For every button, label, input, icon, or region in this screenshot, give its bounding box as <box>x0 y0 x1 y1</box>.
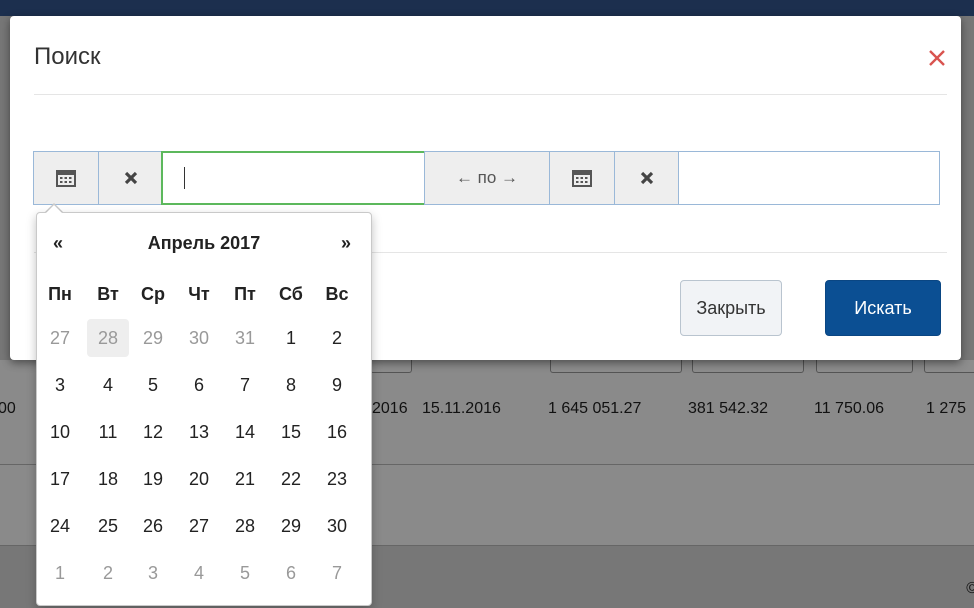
calendar-day[interactable]: 2 <box>87 554 129 592</box>
calendar-day[interactable]: 25 <box>87 507 129 545</box>
calendar-day[interactable]: 3 <box>39 366 81 404</box>
calendar-day[interactable]: 1 <box>39 554 81 592</box>
background-cell <box>816 360 913 373</box>
prev-month-button[interactable]: « <box>53 233 63 254</box>
calendar-day[interactable]: 14 <box>224 413 266 451</box>
weekday-header: Чт <box>188 284 210 304</box>
calendar-day[interactable]: 4 <box>178 554 220 592</box>
clear-to-button[interactable] <box>614 151 680 205</box>
range-separator: ← по → <box>424 151 550 205</box>
calendar-from-button[interactable] <box>33 151 99 205</box>
calendar-day[interactable]: 1 <box>270 319 312 357</box>
calendar-day[interactable]: 22 <box>270 460 312 498</box>
close-button[interactable]: Закрыть <box>680 280 782 336</box>
calendar-to-button[interactable] <box>549 151 615 205</box>
datepicker: « Апрель 2017 » Пн Вт Ср Чт Пт Сб Вс 27 28 29 30 3… <box>36 212 372 606</box>
close-icon[interactable] <box>927 46 947 70</box>
calendar-day[interactable]: 27 <box>39 319 81 357</box>
cell-value: 00 <box>0 400 16 417</box>
calendar-day[interactable]: 5 <box>224 554 266 592</box>
copyright-text: © <box>966 580 974 597</box>
weekday-header: Вс <box>325 284 349 304</box>
background-cell <box>550 360 682 373</box>
calendar-day[interactable]: 2 <box>316 319 358 357</box>
background-cell <box>924 360 974 373</box>
calendar-day[interactable]: 30 <box>178 319 220 357</box>
calendar-day[interactable]: 19 <box>132 460 174 498</box>
calendar-day[interactable]: 8 <box>270 366 312 404</box>
calendar-day[interactable]: 7 <box>224 366 266 404</box>
calendar-day[interactable]: 31 <box>224 319 266 357</box>
calendar-day[interactable]: 23 <box>316 460 358 498</box>
search-button[interactable]: Искать <box>825 280 941 336</box>
clear-icon <box>640 171 654 185</box>
calendar-day[interactable]: 3 <box>132 554 174 592</box>
calendar-day[interactable]: 20 <box>178 460 220 498</box>
calendar-day[interactable]: 13 <box>178 413 220 451</box>
calendar-day[interactable]: 16 <box>316 413 358 451</box>
background-navbar <box>0 0 974 16</box>
month-label[interactable]: Апрель 2017 <box>97 233 311 254</box>
date-range-group: ← по → <box>10 151 961 205</box>
calendar-day[interactable]: 4 <box>87 366 129 404</box>
calendar-day[interactable]: 6 <box>178 366 220 404</box>
calendar-day[interactable]: 9 <box>316 366 358 404</box>
calendar-day[interactable]: 26 <box>132 507 174 545</box>
weekday-header: Пн <box>48 284 72 304</box>
calendar-day[interactable]: 28 <box>224 507 266 545</box>
date-from-input[interactable] <box>161 151 426 205</box>
calendar-day[interactable]: 29 <box>270 507 312 545</box>
calendar-day[interactable]: 21 <box>224 460 266 498</box>
cell-value: 381 542.32 <box>688 400 769 417</box>
calendar-day[interactable]: 17 <box>39 460 81 498</box>
calendar-day[interactable]: 11 <box>87 413 129 451</box>
weekday-header: Пт <box>234 284 256 304</box>
calendar-day[interactable]: 5 <box>132 366 174 404</box>
header-divider <box>34 94 947 95</box>
cell-value: 15.11.2016 <box>422 400 501 417</box>
calendar-icon <box>572 170 592 187</box>
date-to-input[interactable] <box>678 151 940 205</box>
calendar-day[interactable]: 28 <box>87 319 129 357</box>
calendar-day[interactable]: 15 <box>270 413 312 451</box>
background-cell <box>692 360 804 373</box>
next-month-button[interactable]: » <box>341 233 351 254</box>
calendar-day[interactable]: 29 <box>132 319 174 357</box>
calendar-day[interactable]: 27 <box>178 507 220 545</box>
calendar-day[interactable]: 7 <box>316 554 358 592</box>
weekday-header: Вт <box>97 284 119 304</box>
calendar-day[interactable]: 6 <box>270 554 312 592</box>
cell-value: 1 645 051.27 <box>548 400 642 417</box>
cell-value: 1 275 <box>926 400 967 417</box>
cell-value: 2016 <box>372 400 408 417</box>
background-cell <box>370 360 412 373</box>
weekday-header: Ср <box>141 284 165 304</box>
calendar-day[interactable]: 30 <box>316 507 358 545</box>
calendar-day[interactable]: 24 <box>39 507 81 545</box>
clear-icon <box>124 171 138 185</box>
calendar-icon <box>56 170 76 187</box>
calendar-day[interactable]: 18 <box>87 460 129 498</box>
text-caret <box>184 167 185 189</box>
datepicker-pointer-inner <box>46 205 62 213</box>
cell-value: 11 750.06 <box>814 400 884 417</box>
calendar-day[interactable]: 12 <box>132 413 174 451</box>
modal-title: Поиск <box>34 43 101 70</box>
weekday-header: Сб <box>279 284 303 304</box>
clear-from-button[interactable] <box>98 151 164 205</box>
calendar-day[interactable]: 10 <box>39 413 81 451</box>
